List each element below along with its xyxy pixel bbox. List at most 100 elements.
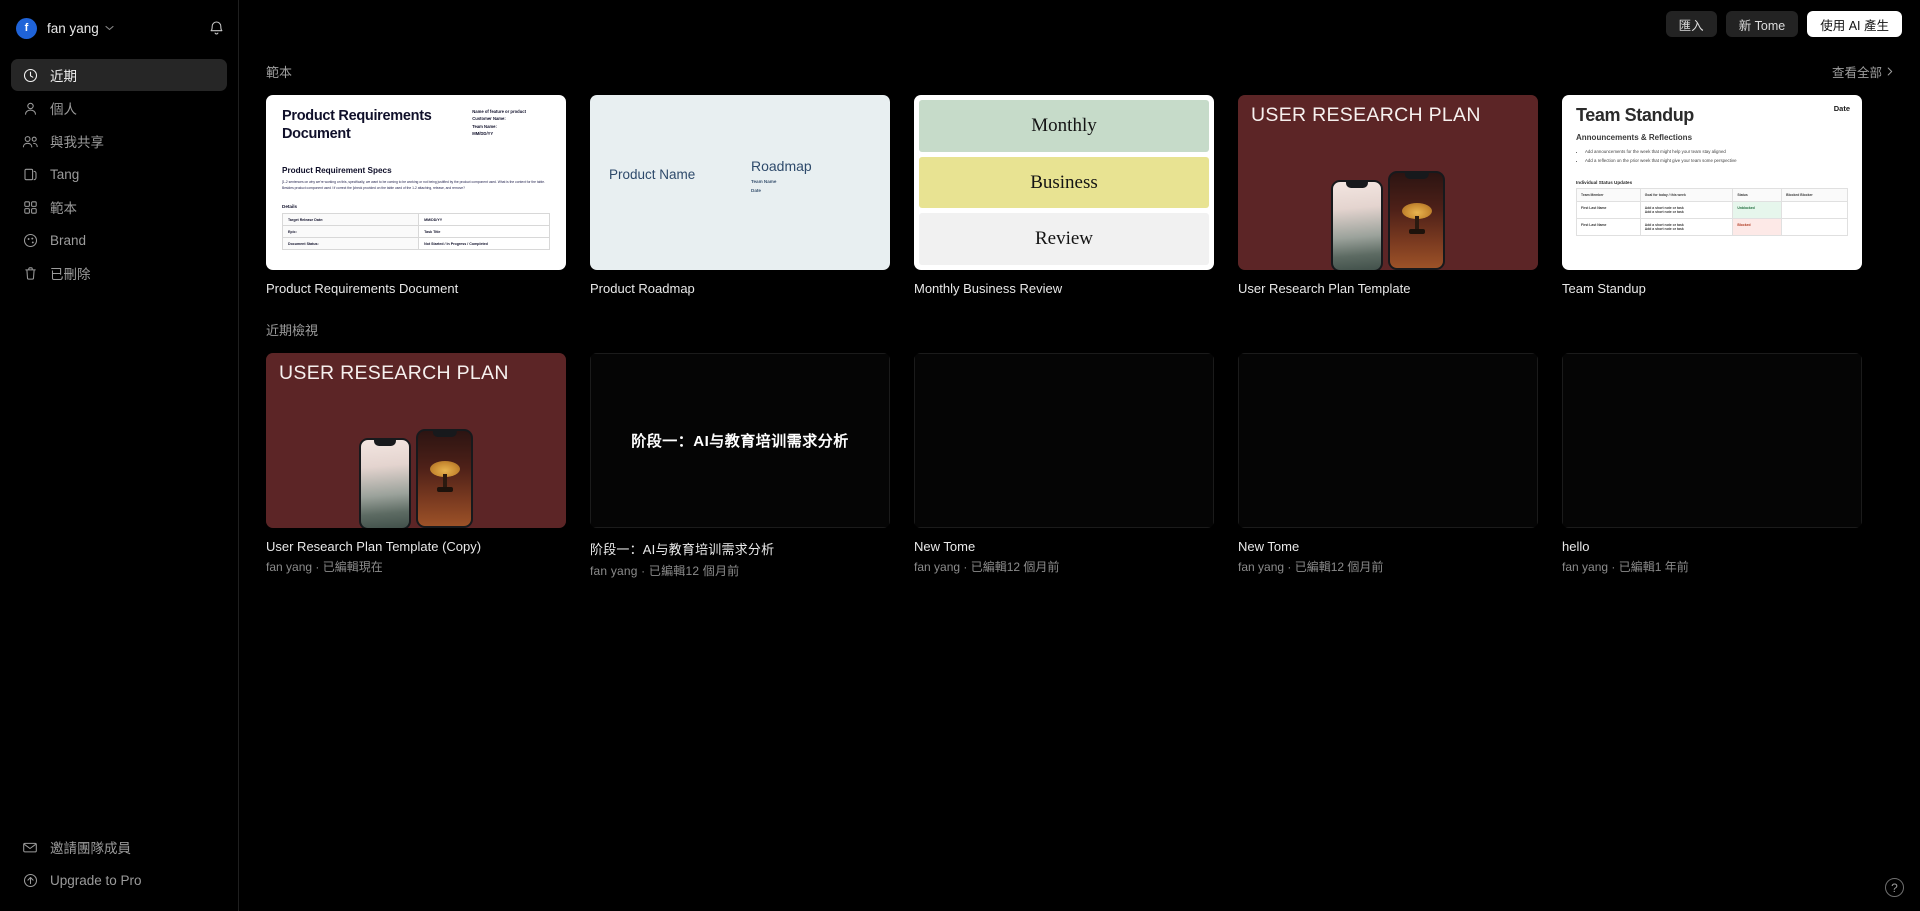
urp-preview: USER RESEARCH PLAN xyxy=(266,353,566,528)
clock-icon xyxy=(21,68,39,83)
template-card-title: Product Roadmap xyxy=(590,281,695,296)
recent-card[interactable]: New Tome fan yang · 已編輯12 個月前 xyxy=(914,353,1214,579)
recent-card[interactable]: hello fan yang · 已編輯1 年前 xyxy=(1562,353,1862,579)
urp-preview: USER RESEARCH PLAN xyxy=(1238,95,1538,270)
phone-front-icon xyxy=(416,429,473,528)
roadmap-team-name: Team Name xyxy=(751,179,777,184)
prd-details-table: Target Release Date: MM/DD/YY Epic: Task T… xyxy=(281,212,550,251)
prd-meta: Name of feature or product Customer Name… xyxy=(472,109,526,137)
prd-subheading: Product Requirement Specs xyxy=(282,166,392,176)
recent-card-title: New Tome xyxy=(914,539,976,554)
people-icon xyxy=(21,134,39,149)
sidebar-item-recent[interactable]: 近期 xyxy=(11,59,227,91)
recent-card-subtitle: fan yang · 已編輯12 個月前 xyxy=(590,564,740,578)
template-thumbnail[interactable]: Monthly Business Review xyxy=(914,95,1214,270)
sidebar-item-brand[interactable]: Brand xyxy=(11,224,227,256)
phone-back-icon xyxy=(1331,180,1383,270)
standup-preview: Date Team Standup Announcements & Reflec… xyxy=(1562,95,1862,270)
template-card[interactable]: Date Team Standup Announcements & Reflec… xyxy=(1562,95,1862,296)
template-thumbnail[interactable]: USER RESEARCH PLAN xyxy=(1238,95,1538,270)
recent-thumbnail[interactable] xyxy=(914,353,1214,528)
sidebar-item-invite-team[interactable]: 邀請團隊成員 xyxy=(11,831,227,863)
template-card[interactable]: Product Requirements Document Name of fea… xyxy=(266,95,566,296)
sidebar-item-templates[interactable]: 範本 xyxy=(11,191,227,223)
recent-card[interactable]: New Tome fan yang · 已編輯12 個月前 xyxy=(1238,353,1538,579)
sidebar-item-tang[interactable]: Tang xyxy=(11,158,227,190)
phone-front-icon xyxy=(1388,171,1445,270)
roadmap-preview: Product Name Roadmap Team Name Date xyxy=(590,95,890,270)
dark-preview-heading: 阶段一：AI与教育培训需求分析 xyxy=(631,433,849,450)
recent-thumbnail[interactable]: 阶段一：AI与教育培训需求分析 xyxy=(590,353,890,528)
recent-thumbnail[interactable]: USER RESEARCH PLAN xyxy=(266,353,566,528)
recent-card-subtitle: fan yang · 已編輯現在 xyxy=(266,560,383,574)
sidebar-item-label: Upgrade to Pro xyxy=(50,872,142,888)
generate-with-ai-button[interactable]: 使用 AI 產生 xyxy=(1807,11,1902,37)
recent-card-title: hello xyxy=(1562,539,1590,554)
sidebar-header: f fan yang xyxy=(0,0,238,56)
sidebar-item-deleted[interactable]: 已刪除 xyxy=(11,257,227,289)
standup-heading: Team Standup xyxy=(1576,105,1694,125)
recent-thumbnail[interactable] xyxy=(1562,353,1862,528)
prd-details-label: Details xyxy=(282,203,298,209)
urp-heading: USER RESEARCH PLAN xyxy=(1251,104,1481,126)
template-thumbnail[interactable]: Product Requirements Document Name of fea… xyxy=(266,95,566,270)
sidebar-nav: 近期 個人 與我共享 Tang 範本 Brand 已刪除 xyxy=(0,59,238,290)
tree-illustration xyxy=(1401,203,1432,237)
dark-preview xyxy=(1562,353,1862,528)
recent-thumbnail[interactable] xyxy=(1238,353,1538,528)
recents-grid: USER RESEARCH PLAN User Research Plan Te… xyxy=(239,339,1920,579)
bell-icon[interactable] xyxy=(209,20,224,36)
chevron-right-icon xyxy=(1887,65,1893,79)
recent-card[interactable]: 阶段一：AI与教育培训需求分析 阶段一：AI与教育培训需求分析 fan yang… xyxy=(590,353,890,579)
recent-card[interactable]: USER RESEARCH PLAN User Research Plan Te… xyxy=(266,353,566,579)
help-button[interactable]: ? xyxy=(1885,878,1904,897)
view-all-label: 查看全部 xyxy=(1831,66,1882,80)
mbr-band: Review xyxy=(919,213,1209,266)
recent-card-title: New Tome xyxy=(1238,539,1300,554)
trash-icon xyxy=(21,266,39,281)
dark-preview xyxy=(1238,353,1538,528)
import-button[interactable]: 匯入 xyxy=(1665,11,1717,37)
sidebar-item-personal[interactable]: 個人 xyxy=(11,92,227,124)
standup-table-label: Individual Status Updates xyxy=(1576,179,1633,185)
view-all-templates-link[interactable]: 查看全部 xyxy=(1832,62,1893,81)
avatar[interactable]: f xyxy=(16,17,37,39)
toolbar: 匯入 新 Tome 使用 AI 產生 xyxy=(239,0,1920,48)
sidebar-item-label: Brand xyxy=(50,232,87,248)
templates-section-header: 範本 查看全部 xyxy=(239,48,1920,81)
template-card[interactable]: USER RESEARCH PLAN User Research Plan Te… xyxy=(1238,95,1538,296)
mbr-preview: Monthly Business Review xyxy=(914,95,1214,270)
template-thumbnail[interactable]: Date Team Standup Announcements & Reflec… xyxy=(1562,95,1862,270)
templates-section-title: 範本 xyxy=(266,65,293,80)
table-row: First Last Name Add a short note or task… xyxy=(1576,217,1848,236)
sidebar-item-shared-with-me[interactable]: 與我共享 xyxy=(11,125,227,157)
recent-card-subtitle: fan yang · 已編輯12 個月前 xyxy=(914,560,1060,574)
standup-bullets: Add announcements for the week that migh… xyxy=(1585,147,1848,166)
chevron-down-icon[interactable] xyxy=(105,24,114,33)
urp-heading: USER RESEARCH PLAN xyxy=(279,362,509,384)
main-content: 匯入 新 Tome 使用 AI 產生 範本 查看全部 Product Requi… xyxy=(239,0,1920,911)
prd-body: [1-2 sentences on why we're working on t… xyxy=(282,180,545,190)
recent-card-subtitle: fan yang · 已編輯12 個月前 xyxy=(1238,560,1384,574)
grid-icon xyxy=(21,200,39,215)
sidebar-item-label: 範本 xyxy=(50,201,77,216)
template-card[interactable]: Monthly Business Review Monthly Business… xyxy=(914,95,1214,296)
templates-grid: Product Requirements Document Name of fea… xyxy=(239,81,1920,296)
sidebar-item-upgrade-to-pro[interactable]: Upgrade to Pro xyxy=(11,864,227,896)
mbr-band: Monthly xyxy=(919,100,1209,152)
dark-preview xyxy=(914,353,1214,528)
roadmap-date: Date xyxy=(751,188,761,193)
dark-preview: 阶段一：AI与教育培训需求分析 xyxy=(590,353,890,528)
new-tome-button[interactable]: 新 Tome xyxy=(1725,11,1799,37)
user-name[interactable]: fan yang xyxy=(47,21,99,36)
recent-card-title: 阶段一：AI与教育培训需求分析 xyxy=(590,542,775,557)
recents-section-header: 近期檢視 xyxy=(239,296,1920,339)
table-row: First Last Name Add a short note or task… xyxy=(1576,200,1848,219)
template-thumbnail[interactable]: Product Name Roadmap Team Name Date xyxy=(590,95,890,270)
standup-bullet: Add announcements for the week that migh… xyxy=(1585,147,1848,156)
template-card[interactable]: Product Name Roadmap Team Name Date Prod… xyxy=(590,95,890,296)
sidebar-item-label: 邀請團隊成員 xyxy=(50,841,131,856)
arrow-up-circle-icon xyxy=(21,873,39,888)
phones-illustration xyxy=(357,426,475,528)
standup-table: Team Member Goal for today / this week S… xyxy=(1576,187,1848,236)
